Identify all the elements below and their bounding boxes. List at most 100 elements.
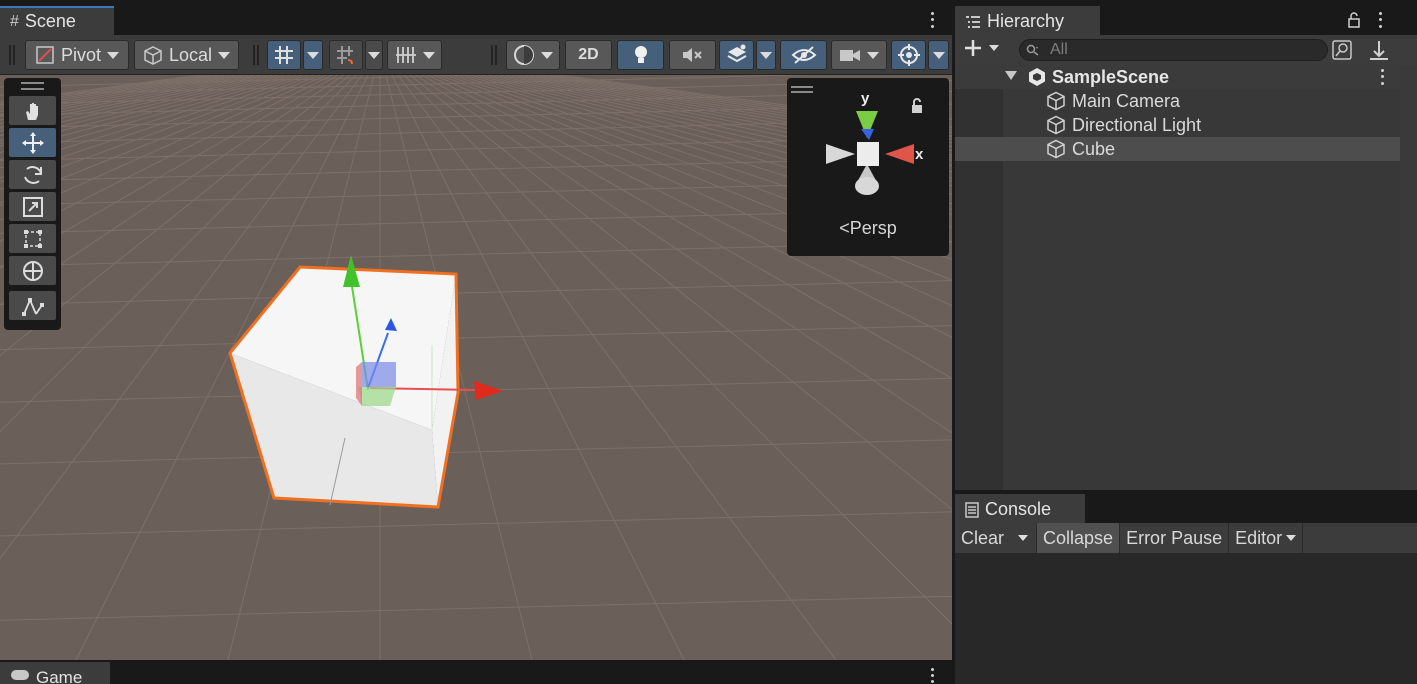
lock-icon[interactable]: [1347, 12, 1361, 28]
inspector-panel-edge: [1400, 6, 1417, 490]
editor-target-dropdown[interactable]: Editor: [1229, 523, 1304, 553]
chevron-down-icon: [1286, 535, 1297, 541]
perspective-chevron-icon: <: [839, 218, 850, 238]
expand-arrow-icon[interactable]: [1005, 71, 1017, 80]
axis-gizmo[interactable]: y x: [787, 78, 949, 208]
inspector-body-edge: [1400, 65, 1417, 490]
light-bulb-icon: [634, 46, 647, 63]
custom-editor-tool-icon: [21, 297, 44, 316]
gameobject-cube-icon: [1047, 91, 1065, 111]
rect-tool-button[interactable]: [9, 224, 56, 253]
camera-settings-dropdown[interactable]: [831, 40, 887, 70]
gizmo-icon: [897, 44, 920, 66]
create-dropdown[interactable]: [963, 38, 999, 58]
lighting-toggle-button[interactable]: [617, 40, 664, 70]
move-tool-button[interactable]: [9, 128, 56, 157]
hierarchy-search-input[interactable]: All: [1019, 39, 1328, 61]
snap-icon: [337, 46, 353, 65]
scene-viewport[interactable]: y x <Persp: [0, 75, 952, 660]
chevron-down-icon: [107, 51, 120, 59]
effects-toggle-button[interactable]: [719, 40, 754, 70]
scale-icon: [22, 196, 43, 217]
snap-toggle-button[interactable]: [329, 40, 363, 70]
console-icon: [965, 501, 979, 518]
plus-icon: [965, 40, 981, 56]
xz-plane-handle[interactable]: [358, 387, 396, 406]
tab-console[interactable]: Console: [955, 494, 1085, 523]
camera-icon: [840, 50, 860, 61]
gizmo-neg-x-cone-icon[interactable]: [826, 144, 855, 164]
inspector-tabbar-edge: [1400, 6, 1417, 35]
shading-mode-dropdown[interactable]: [506, 40, 560, 70]
gameobject-cube-icon: [1047, 115, 1065, 135]
pivot-dropdown[interactable]: Pivot: [25, 40, 129, 70]
mode-2d-label: 2D: [578, 46, 599, 63]
search-placeholder: All: [1050, 41, 1068, 58]
scene-visibility-toggle[interactable]: [780, 40, 827, 70]
effects-dropdown[interactable]: [756, 40, 776, 70]
rect-transform-icon: [23, 229, 42, 248]
error-pause-toggle[interactable]: Error Pause: [1120, 523, 1230, 553]
effects-layers-icon: [727, 44, 746, 63]
increment-snap-dropdown[interactable]: [387, 40, 442, 70]
custom-tool-button[interactable]: [9, 291, 56, 320]
sort-hierarchy-icon[interactable]: [1368, 39, 1390, 61]
gizmos-toggle-button[interactable]: [891, 40, 926, 70]
tab-scene[interactable]: # Scene: [0, 6, 114, 35]
clear-label: Clear: [961, 527, 1005, 548]
tab-hierarchy[interactable]: Hierarchy: [955, 6, 1100, 35]
scale-tool-button[interactable]: [9, 192, 56, 221]
move-arrows-icon: [21, 131, 44, 154]
tab-game-label: Game: [36, 668, 83, 684]
game-more-icon[interactable]: [925, 666, 939, 684]
chevron-down-icon: [368, 51, 380, 59]
hierarchy-item-cube[interactable]: Cube: [955, 137, 1400, 161]
hierarchy-item-main-camera[interactable]: Main Camera: [955, 89, 1400, 113]
hand-tool-button[interactable]: [9, 96, 56, 125]
toolbar-grip-icon[interactable]: [491, 45, 497, 65]
audio-mute-icon: [682, 48, 702, 62]
local-label: Local: [168, 44, 213, 65]
scene-more-icon[interactable]: [1375, 67, 1389, 87]
grid-dropdown[interactable]: [303, 40, 323, 70]
scene-root-row[interactable]: SampleScene: [955, 65, 1400, 89]
increment-snap-icon: [395, 47, 416, 63]
gizmo-y-label: y: [861, 90, 870, 107]
local-dropdown[interactable]: Local: [134, 40, 239, 70]
rotate-tool-button[interactable]: [9, 160, 56, 189]
game-tabbar: Game: [0, 662, 952, 684]
transform-tool-button[interactable]: [9, 256, 56, 285]
tab-game[interactable]: Game: [0, 662, 110, 684]
gizmo-x-cone-icon[interactable]: [885, 144, 914, 164]
chevron-down-icon: [932, 51, 945, 59]
toolbar-grip-icon[interactable]: [253, 45, 259, 65]
xy-plane-handle[interactable]: [362, 362, 396, 387]
scene-panel: # Scene Pivot Local 2D y x <Persp: [0, 6, 952, 660]
orientation-gizmo-overlay: y x <Persp: [787, 78, 949, 256]
hierarchy-item-label: Main Camera: [1072, 90, 1181, 111]
gizmos-dropdown[interactable]: [928, 40, 949, 70]
grid-icon: [275, 46, 293, 64]
gizmo-center-cube[interactable]: [857, 142, 879, 166]
audio-toggle-button[interactable]: [669, 40, 716, 70]
x-axis-arrow-icon[interactable]: [474, 381, 503, 400]
hierarchy-tree: SampleScene Main Camera Directional Ligh…: [955, 65, 1400, 490]
toolbar-grip-icon[interactable]: [9, 45, 15, 65]
hierarchy-item-directional-light[interactable]: Directional Light: [955, 113, 1400, 137]
clear-options-dropdown[interactable]: [1010, 523, 1038, 553]
snap-dropdown[interactable]: [365, 40, 383, 70]
console-tabbar: Console: [955, 494, 1417, 523]
hierarchy-toolbar: All: [955, 35, 1400, 65]
mode-2d-button[interactable]: 2D: [565, 40, 612, 70]
unity-scene-icon: [1029, 68, 1045, 86]
scene-more-icon[interactable]: [925, 10, 939, 30]
clear-button[interactable]: Clear: [955, 523, 1010, 553]
search-filter-icon[interactable]: [1331, 39, 1353, 61]
collapse-toggle[interactable]: Collapse: [1037, 523, 1121, 553]
overlay-drag-handle[interactable]: [21, 82, 44, 90]
scene-tabbar: # Scene: [0, 6, 952, 35]
hierarchy-more-icon[interactable]: [1373, 10, 1387, 30]
grid-toggle-button[interactable]: [267, 40, 301, 70]
chevron-down-icon: [307, 51, 319, 59]
projection-toggle[interactable]: <Persp: [787, 218, 949, 239]
